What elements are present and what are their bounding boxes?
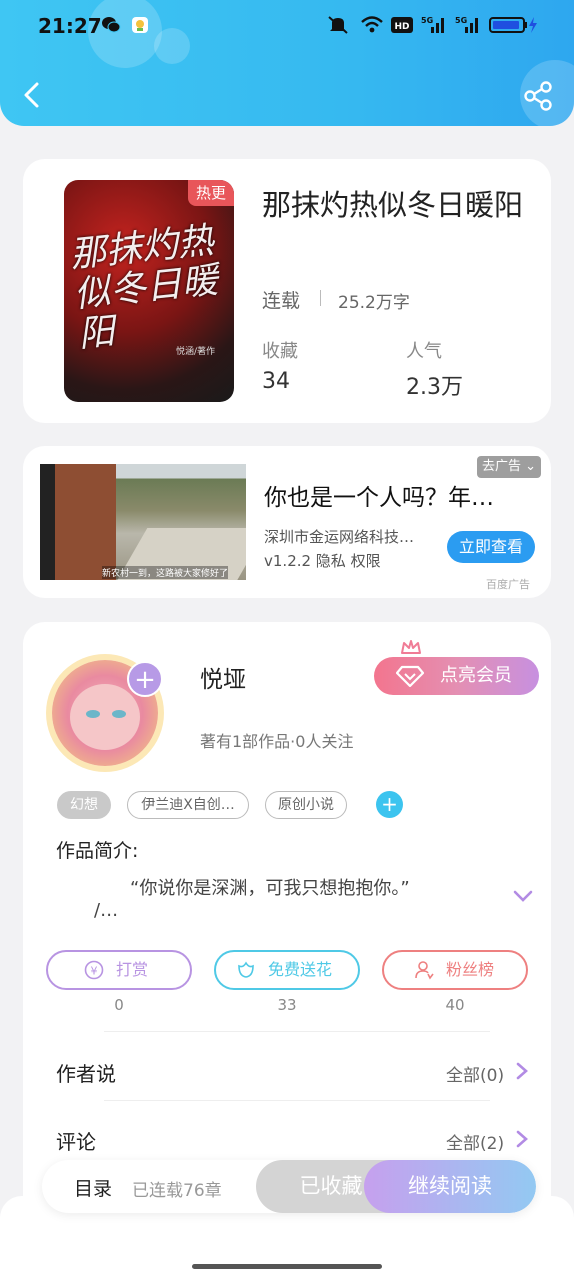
tag-chip[interactable]: 伊兰迪X自创… [127, 791, 249, 819]
flower-count: 33 [277, 996, 297, 1014]
hot-badge: 热更 [188, 180, 234, 206]
book-status: 连载 [262, 290, 301, 312]
popularity-value: 2.3万 [406, 375, 463, 400]
mute-icon [326, 14, 350, 36]
svg-text:¥: ¥ [91, 965, 98, 978]
send-flower-button[interactable]: 免费送花 [214, 950, 360, 990]
flower-icon [238, 961, 254, 978]
fan-count: 40 [445, 996, 465, 1014]
toc-button[interactable]: 目录 [74, 1174, 112, 1201]
tip-count: 0 [114, 996, 124, 1014]
author-says-label[interactable]: 作者说 [56, 1058, 116, 1087]
status-time: 21:27 [38, 14, 102, 38]
chevron-right-icon[interactable] [515, 1061, 529, 1081]
ad-cta-button[interactable]: 立即查看 [447, 531, 535, 563]
avatar-eye [86, 710, 100, 718]
ad-image[interactable]: 新农村一到，这路被大家修好了 [40, 464, 246, 580]
add-tag-button[interactable]: + [376, 791, 403, 818]
vip-button[interactable]: 点亮会员 [374, 657, 539, 695]
cover-title: 那抹灼热似冬日暖阳 [68, 220, 220, 356]
back-button[interactable] [18, 80, 48, 110]
ad-image-caption: 新农村一到，这路被大家修好了 [102, 566, 229, 579]
battery-icon [488, 14, 542, 36]
book-title: 那抹灼热似冬日暖阳 [262, 188, 524, 222]
svg-text:HD: HD [394, 22, 409, 32]
chevron-down-icon[interactable] [512, 888, 534, 904]
chevron-left-icon [24, 82, 39, 108]
favorites-label: 收藏 [262, 341, 298, 362]
tag-chip[interactable]: 幻想 [57, 791, 111, 819]
ad-company: 深圳市金运网络科技… [264, 528, 415, 546]
app-notification-icon [130, 14, 150, 36]
ad-image-wall [40, 464, 116, 580]
hd-icon: HD [390, 14, 414, 36]
cover-author: 悦涵/著作 [176, 347, 216, 357]
book-words: 25.2万字 [338, 293, 410, 313]
share-button[interactable] [522, 80, 554, 112]
intro-text-more: /… [94, 900, 119, 921]
svg-text:5G: 5G [455, 16, 467, 25]
meta-divider [320, 290, 321, 306]
author-name: 悦垭 [200, 667, 246, 693]
wifi-icon [360, 14, 384, 36]
ad-version-links[interactable]: v1.2.2 隐私 权限 [264, 550, 381, 571]
user-ranking-icon [415, 961, 434, 980]
intro-text: “你说你是深渊，可我只想抱抱你。” [130, 878, 410, 899]
remove-ad-button[interactable]: 去广告 ⌄ [477, 456, 541, 478]
favorites-value: 34 [262, 369, 290, 394]
send-flower-label: 免费送花 [268, 960, 333, 979]
comments-label[interactable]: 评论 [56, 1126, 96, 1155]
book-cover[interactable]: 热更 那抹灼热似冬日暖阳 悦涵/著作 [64, 180, 234, 402]
avatar-eye [112, 710, 126, 718]
author-works: 著有1部作品·0人关注 [200, 732, 354, 751]
comments-all-link[interactable]: 全部(2) [446, 1129, 504, 1154]
yen-coin-icon: ¥ [84, 960, 104, 980]
fan-ranking-button[interactable]: 粉丝榜 [382, 950, 528, 990]
signal-5g-icon-2: 5G [454, 14, 482, 36]
continue-reading-button[interactable]: 继续阅读 [364, 1160, 536, 1213]
wechat-icon [100, 14, 122, 36]
status-bar: 21:27 HD 5G 5G [0, 0, 574, 52]
follow-plus-button[interactable]: + [127, 661, 163, 697]
header-bar: 21:27 HD 5G 5G [0, 0, 574, 126]
intro-heading: 作品简介: [56, 840, 139, 862]
tip-button[interactable]: ¥ 打赏 [46, 950, 192, 990]
ad-title: 你也是一个人吗？年… [264, 485, 494, 511]
remove-ad-label: 去广告 [481, 459, 521, 474]
fan-ranking-label: 粉丝榜 [446, 960, 495, 979]
ad-source: 百度广告 [486, 578, 530, 591]
share-icon [524, 81, 552, 111]
chevron-right-icon[interactable] [515, 1129, 529, 1149]
svg-text:5G: 5G [421, 16, 433, 25]
divider [104, 1031, 490, 1032]
home-indicator[interactable] [192, 1264, 382, 1269]
signal-5g-icon: 5G [420, 14, 448, 36]
vip-label: 点亮会员 [440, 665, 512, 686]
author-says-all-link[interactable]: 全部(0) [446, 1061, 504, 1086]
crown-icon [401, 640, 421, 654]
tag-chip[interactable]: 原创小说 [265, 791, 347, 819]
chapter-count: 已连载76章 [132, 1181, 222, 1201]
popularity-label: 人气 [406, 341, 442, 362]
avatar-face [70, 684, 140, 750]
divider [104, 1100, 490, 1101]
bottom-action-bar: 目录 已连载76章 已收藏 继续阅读 [42, 1160, 536, 1213]
diamond-icon [396, 665, 424, 687]
chevron-down-icon: ⌄ [520, 459, 537, 474]
tip-label: 打赏 [116, 960, 149, 979]
